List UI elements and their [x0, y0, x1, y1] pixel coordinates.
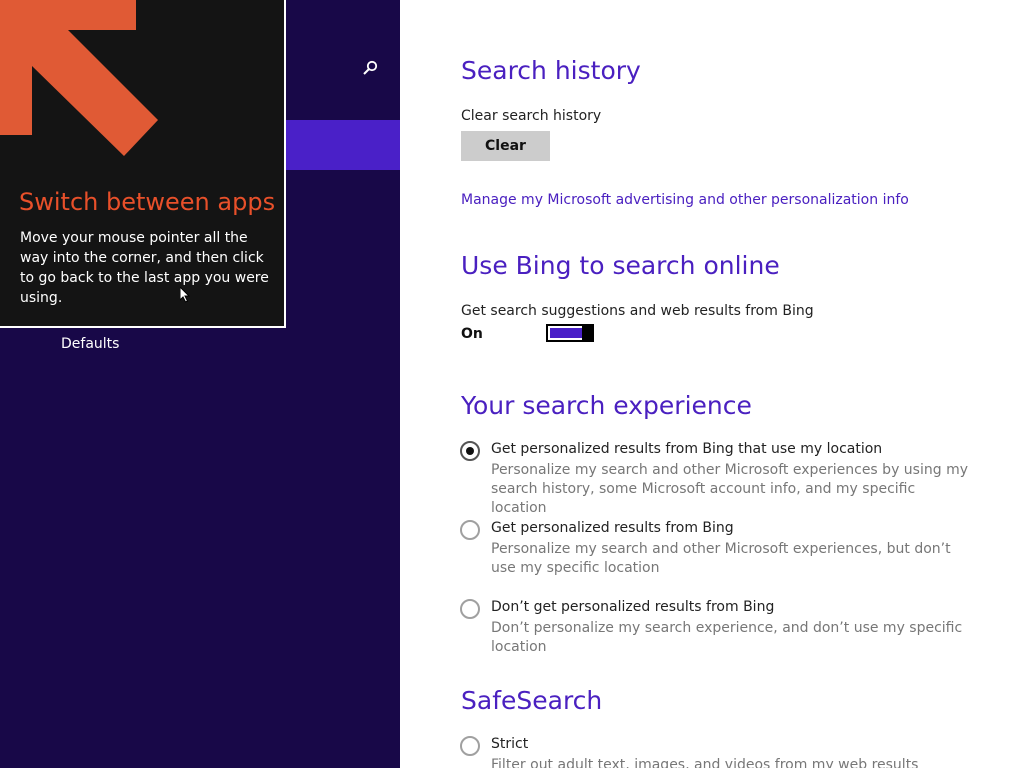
toggle-thumb[interactable] — [582, 324, 594, 342]
radio-option-title: Don’t get personalized results from Bing — [491, 599, 775, 615]
corner-arrow-icon — [0, 0, 158, 156]
search-settings-panel: Search history Clear search history Clea… — [400, 0, 1024, 768]
bing-suggestions-label: Get search suggestions and web results f… — [461, 303, 814, 319]
toggle-fill — [550, 328, 583, 338]
nav-item-selected[interactable] — [286, 120, 400, 170]
toggle-state-label: On — [461, 326, 483, 342]
bing-heading: Use Bing to search online — [461, 251, 780, 280]
tip-body: Move your mouse pointer all the way into… — [20, 230, 269, 306]
manage-personalization-link[interactable]: Manage my Microsoft advertising and othe… — [461, 192, 909, 208]
radio-option-description: Personalize my search and other Microsof… — [491, 462, 968, 516]
radio-option-title: Get personalized results from Bing — [491, 520, 734, 536]
radio-option-title: Strict — [491, 736, 529, 752]
safesearch-heading: SafeSearch — [461, 686, 603, 715]
tip-title: Switch between apps — [19, 188, 276, 216]
radio-option-description: Filter out adult text, images, and video… — [491, 757, 919, 768]
nav-item-defaults[interactable]: Defaults — [61, 336, 119, 352]
radio-button-checked[interactable] — [460, 441, 480, 461]
radio-option-description: Don’t personalize my search experience, … — [491, 620, 963, 655]
radio-option-description: Personalize my search and other Microsof… — [491, 541, 951, 576]
mouse-cursor-icon — [180, 287, 191, 303]
radio-button[interactable] — [460, 520, 480, 540]
radio-button[interactable] — [460, 736, 480, 756]
clear-button[interactable]: Clear — [461, 131, 550, 161]
search-icon[interactable] — [362, 60, 380, 78]
search-history-heading: Search history — [461, 56, 641, 85]
radio-option-title: Get personalized results from Bing that … — [491, 441, 883, 457]
switch-apps-tip: Switch between apps Move your mouse poin… — [0, 0, 286, 328]
bing-toggle-switch[interactable] — [546, 324, 594, 342]
radio-button[interactable] — [460, 599, 480, 619]
search-experience-heading: Your search experience — [461, 391, 752, 420]
clear-history-label: Clear search history — [461, 108, 602, 124]
